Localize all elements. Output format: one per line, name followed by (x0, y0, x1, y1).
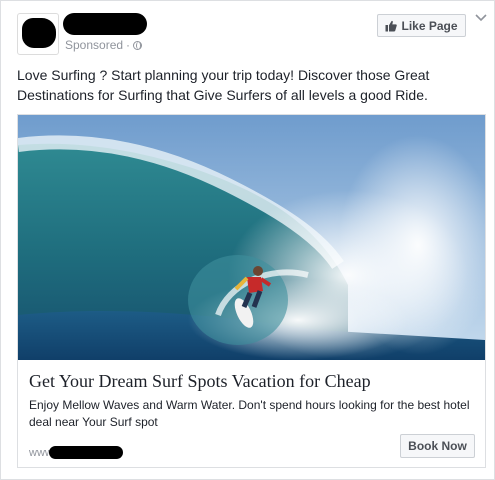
ad-card[interactable]: Get Your Dream Surf Spots Vacation for C… (17, 114, 486, 468)
ad-url[interactable]: www (29, 446, 123, 459)
sponsored-post: Sponsored · Like Page Love Surfing ? Sta… (0, 0, 495, 480)
thumbs-up-icon (385, 20, 398, 31)
page-avatar[interactable] (17, 13, 59, 55)
chevron-down-icon[interactable] (475, 13, 487, 23)
surfing-image[interactable] (18, 115, 485, 360)
sponsored-label[interactable]: Sponsored (65, 38, 123, 52)
separator-dot: · (126, 38, 131, 52)
like-page-label: Like Page (401, 18, 458, 33)
globe-icon[interactable] (133, 40, 143, 50)
post-body-text: Love Surfing ? Start planning your trip … (17, 67, 430, 103)
like-page-button[interactable]: Like Page (377, 14, 466, 37)
page-name-redacted[interactable] (63, 13, 147, 35)
ad-description: Enjoy Mellow Waves and Warm Water. Don't… (29, 398, 470, 429)
ad-headline[interactable]: Get Your Dream Surf Spots Vacation for C… (29, 371, 479, 392)
surfer-on-wave-illustration (18, 115, 485, 360)
book-now-button[interactable]: Book Now (400, 434, 475, 458)
sponsored-line: Sponsored · (65, 38, 143, 52)
ad-url-redacted (48, 446, 123, 459)
avatar-redaction (22, 18, 56, 48)
